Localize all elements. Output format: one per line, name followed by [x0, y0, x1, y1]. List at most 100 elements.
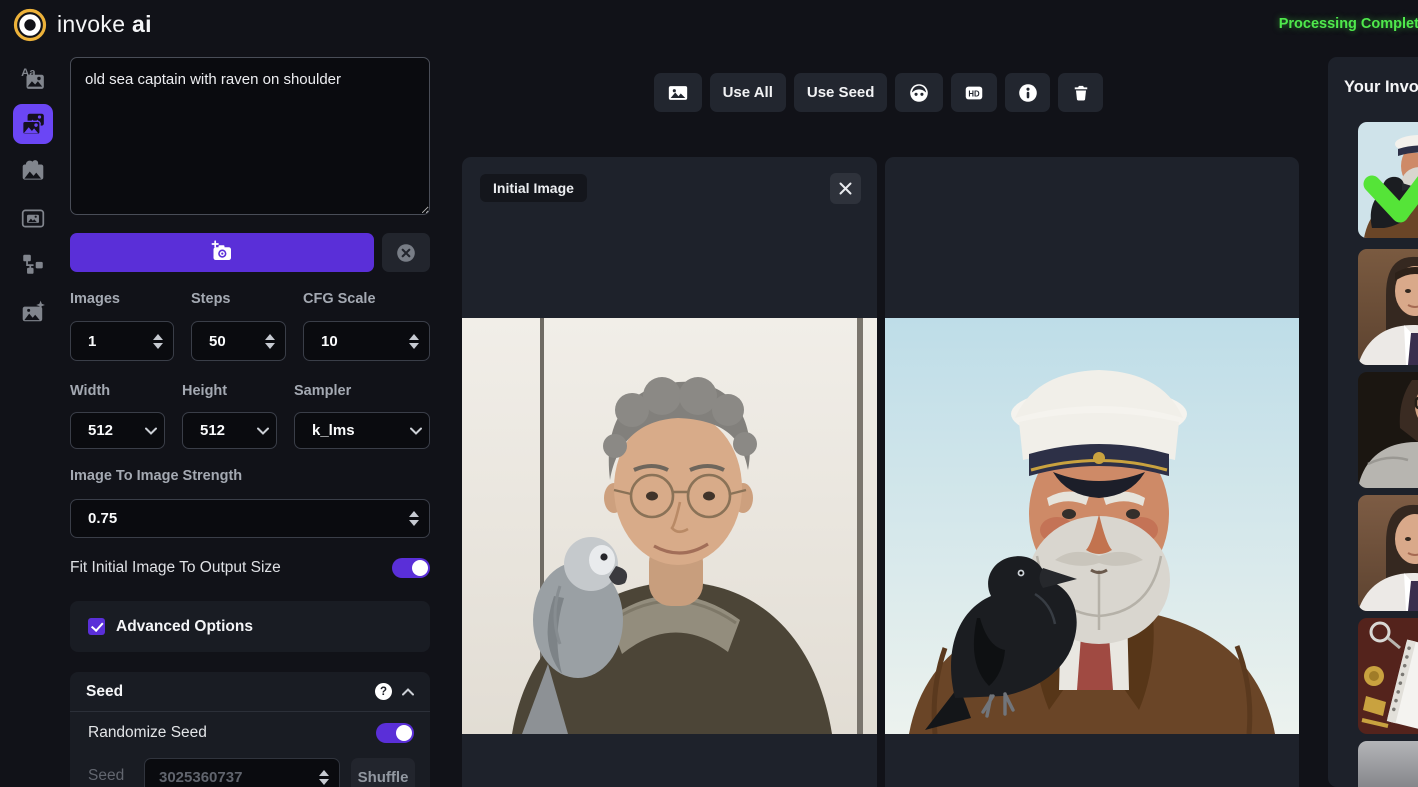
seed-number-input[interactable] [144, 758, 340, 787]
delete-button[interactable] [1058, 73, 1103, 112]
viewer-toolbar: Use All Use Seed HD [444, 73, 1313, 112]
cfg-scale-input[interactable]: 10 [303, 321, 430, 361]
image-icon [667, 82, 689, 104]
gallery-thumb-partial[interactable] [1358, 741, 1418, 787]
svg-text:HD: HD [969, 89, 981, 98]
gallery-thumb-sketchbook[interactable] [1358, 618, 1418, 734]
seed-accordion-header[interactable]: Seed ? [70, 672, 430, 712]
steps-stepper[interactable] [255, 322, 285, 360]
trash-icon [1071, 83, 1091, 103]
inpainting-icon [20, 158, 46, 184]
use-all-button[interactable]: Use All [710, 73, 786, 112]
cancel-button[interactable] [382, 233, 430, 272]
cfg-stepper[interactable] [399, 322, 429, 360]
height-label: Height [182, 383, 227, 399]
advanced-options-label: Advanced Options [116, 618, 253, 636]
seed-stepper[interactable] [309, 759, 339, 787]
invokeai-app: invoke ai Processing Complete Aa [0, 0, 1418, 787]
selected-check-icon [1358, 122, 1418, 238]
chevron-down-icon [403, 427, 429, 435]
height-select[interactable]: 512 [182, 412, 277, 449]
text-to-image-icon: Aa [20, 65, 46, 91]
initial-image-panel: Initial Image [462, 157, 877, 787]
brand-word: invoke [57, 11, 125, 37]
seed-value-field[interactable] [145, 768, 309, 787]
prompt-input[interactable]: old sea captain with raven on shoulder [70, 57, 430, 215]
strength-stepper[interactable] [399, 500, 429, 537]
result-image-panel [885, 157, 1299, 787]
fit-initial-toggle[interactable] [392, 558, 430, 578]
camera-plus-icon [209, 240, 235, 266]
gallery-panel: Your Invocations [1328, 57, 1418, 787]
images-value: 1 [71, 333, 143, 350]
info-icon [1017, 82, 1039, 104]
strength-label: Image To Image Strength [70, 468, 242, 484]
top-bar: invoke ai Processing Complete [0, 0, 1418, 50]
seed-box: Seed ? Randomize Seed Seed Shuffle [70, 672, 430, 787]
gallery-thumb-captain-selected[interactable] [1358, 122, 1418, 238]
cfg-scale-value: 10 [304, 333, 399, 350]
face-icon [908, 82, 930, 104]
images-label: Images [70, 291, 120, 307]
close-icon [839, 182, 852, 195]
height-value: 512 [183, 422, 250, 439]
initial-image [462, 318, 877, 734]
help-icon[interactable]: ? [375, 683, 392, 700]
images-input[interactable]: 1 [70, 321, 174, 361]
seed-section-title: Seed [86, 683, 375, 701]
status-text: Processing Complete [1279, 16, 1418, 32]
steps-input[interactable]: 50 [191, 321, 286, 361]
advanced-options-box: Advanced Options [70, 601, 430, 652]
cancel-circle-x-icon [395, 242, 417, 264]
sampler-select[interactable]: k_lms [294, 412, 430, 449]
hd-icon: HD [963, 82, 985, 104]
nodes-icon [20, 251, 46, 277]
width-select[interactable]: 512 [70, 412, 165, 449]
randomize-seed-toggle[interactable] [376, 723, 414, 743]
app-title: invoke ai [57, 11, 152, 38]
chevron-down-icon [138, 427, 164, 435]
tab-inpainting[interactable] [13, 151, 53, 191]
gallery-thumb-woman-glasses[interactable] [1358, 372, 1418, 488]
post-processing-icon [20, 299, 46, 325]
toggle-knob [412, 560, 428, 576]
gallery-title: Your Invocations [1344, 78, 1418, 97]
images-stepper[interactable] [143, 322, 173, 360]
result-image [885, 318, 1299, 734]
chevron-up-icon [402, 688, 414, 696]
invoke-logo-icon [13, 8, 47, 42]
help-glyph: ? [380, 686, 387, 698]
tab-nodes[interactable] [13, 244, 53, 284]
width-label: Width [70, 383, 110, 399]
use-seed-button[interactable]: Use Seed [794, 73, 888, 112]
toggle-knob [396, 725, 412, 741]
gallery-thumb-woman-1[interactable] [1358, 249, 1418, 365]
fit-initial-label: Fit Initial Image To Output Size [70, 559, 281, 577]
initial-image-badge: Initial Image [480, 174, 587, 202]
tab-outpainting[interactable] [13, 198, 53, 238]
shuffle-button[interactable]: Shuffle [351, 758, 415, 787]
cfg-scale-label: CFG Scale [303, 291, 376, 307]
chevron-down-icon [250, 427, 276, 435]
send-to-image-button[interactable] [654, 73, 702, 112]
tab-image-to-image[interactable] [13, 104, 53, 144]
width-value: 512 [71, 422, 138, 439]
upscale-button[interactable]: HD [951, 73, 997, 112]
gallery-thumb-woman-2[interactable] [1358, 495, 1418, 611]
invoke-button[interactable] [70, 233, 374, 272]
sampler-value: k_lms [295, 422, 403, 439]
strength-input[interactable]: 0.75 [70, 499, 430, 538]
tab-post-processing[interactable] [13, 292, 53, 332]
check-mark-icon [91, 619, 103, 631]
tab-text-to-image[interactable]: Aa [13, 58, 53, 98]
steps-value: 50 [192, 333, 255, 350]
image-to-image-icon [20, 111, 46, 137]
advanced-options-checkbox[interactable] [88, 618, 105, 635]
fix-faces-button[interactable] [895, 73, 943, 112]
outpainting-icon [20, 205, 46, 231]
seed-field-label: Seed [88, 767, 124, 785]
steps-label: Steps [191, 291, 231, 307]
clear-initial-image-button[interactable] [830, 173, 861, 204]
brand-bold: ai [132, 11, 152, 37]
details-button[interactable] [1005, 73, 1050, 112]
